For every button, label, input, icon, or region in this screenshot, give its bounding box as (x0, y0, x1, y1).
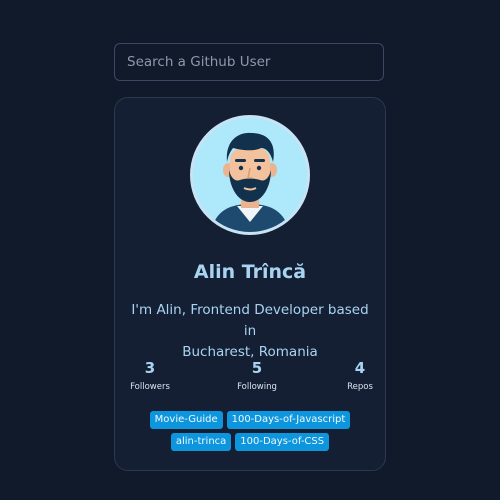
repo-link-100-days-of-css[interactable]: 100-Days-of-CSS (235, 433, 330, 451)
repo-row: alin-trinca 100-Days-of-CSS (115, 433, 385, 451)
repo-link-alin-trinca[interactable]: alin-trinca (170, 433, 232, 451)
user-name: Alin Trîncă (193, 261, 307, 283)
repo-list: Movie-Guide 100-Days-of-Javascript alin-… (115, 411, 385, 455)
search-input[interactable] (114, 43, 384, 81)
following-label: Following (237, 382, 277, 392)
repos-label: Repos (347, 382, 373, 392)
followers-label: Followers (130, 382, 170, 392)
repo-row: Movie-Guide 100-Days-of-Javascript (115, 411, 385, 429)
repos-count: 4 (354, 359, 366, 377)
avatar (190, 115, 310, 235)
bearded-man-avatar-icon (193, 118, 307, 232)
profile-card: Alin Trîncă I'm Alin, Frontend Developer… (114, 97, 386, 471)
stat-repos: 4 Repos (325, 358, 395, 392)
stat-followers: 3 Followers (115, 358, 185, 392)
user-bio: I'm Alin, Frontend Developer based in Bu… (131, 300, 369, 363)
bio-line: I'm Alin, Frontend Developer based in (131, 302, 369, 339)
followers-count: 3 (144, 359, 156, 377)
repo-link-100-days-of-javascript[interactable]: 100-Days-of-Javascript (226, 411, 351, 429)
stat-following: 5 Following (222, 358, 292, 392)
following-count: 5 (251, 359, 263, 377)
repo-link-movie-guide[interactable]: Movie-Guide (149, 411, 223, 429)
